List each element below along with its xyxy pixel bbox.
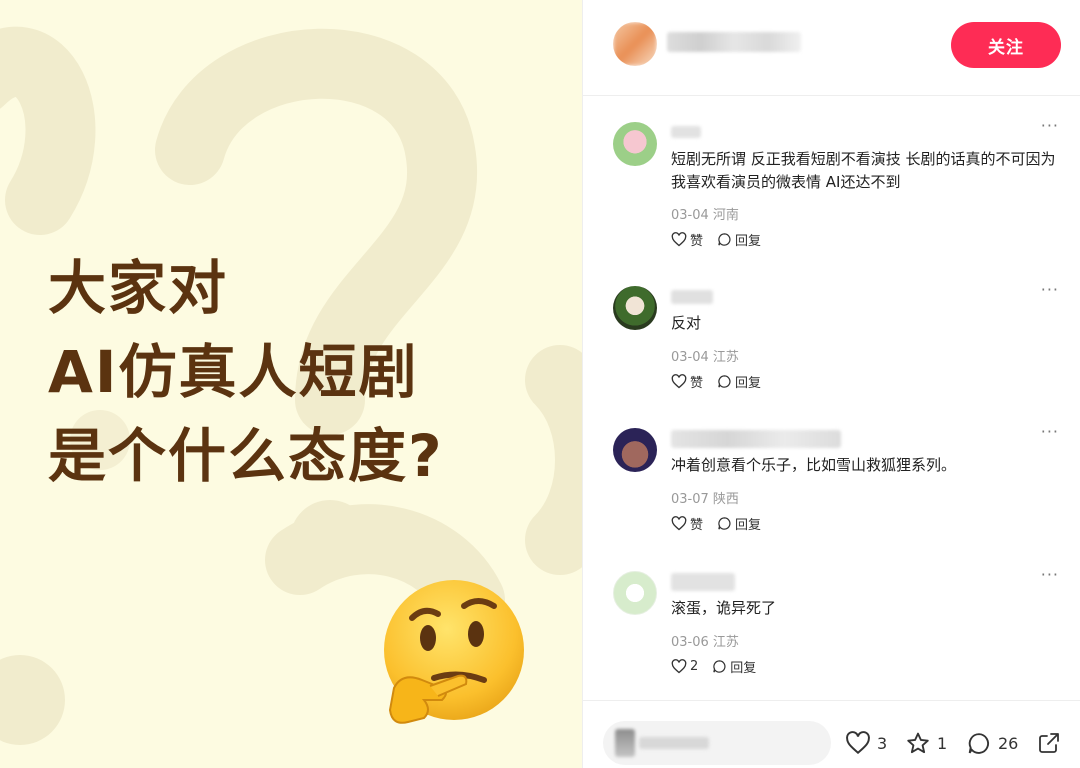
comment-input[interactable] xyxy=(603,721,831,765)
author-name[interactable] xyxy=(667,32,801,52)
post-favorite-button[interactable]: 1 xyxy=(905,731,947,756)
comment-date: 03-06 xyxy=(671,635,709,650)
post-comment-button[interactable]: 26 xyxy=(966,731,1018,756)
comment-actions: 赞 回复 xyxy=(671,372,775,391)
comment-text: 反对 xyxy=(671,314,702,332)
comment-meta: 03-07 陕西 xyxy=(671,488,739,507)
reply-bubble-icon xyxy=(718,233,731,246)
like-button[interactable]: 2 xyxy=(671,659,698,674)
comment-text: 滚蛋，诡异死了 xyxy=(671,599,777,617)
comments-panel: 关注 ··· 短剧无所谓 反正我看短剧不看演技 长剧的话真的不可因为我喜欢看演员… xyxy=(582,0,1080,768)
post-image-headline: 大家对 AI仿真人短剧 是个什么态度? xyxy=(48,246,444,498)
commenter-name[interactable] xyxy=(671,573,735,591)
reply-button[interactable]: 回复 xyxy=(717,514,761,533)
follow-button[interactable]: 关注 xyxy=(951,22,1061,68)
commenter-avatar[interactable] xyxy=(613,428,657,472)
commenter-avatar[interactable] xyxy=(613,571,657,615)
heart-icon xyxy=(671,232,687,247)
headline-line-1: 大家对 xyxy=(48,254,229,322)
post-like-count: 3 xyxy=(877,733,888,753)
commenter-avatar[interactable] xyxy=(613,122,657,166)
post-detail: 大家对 AI仿真人短剧 是个什么态度? 关注 ··· 短剧无所谓 反正我看短剧不… xyxy=(0,0,1080,768)
comment-location: 江苏 xyxy=(712,635,739,650)
heart-icon xyxy=(846,731,870,755)
star-icon xyxy=(907,732,929,754)
post-image[interactable]: 大家对 AI仿真人短剧 是个什么态度? xyxy=(0,0,582,768)
bottom-action-bar: 3 1 26 xyxy=(583,700,1080,768)
reply-label: 回复 xyxy=(735,234,762,249)
reply-label: 回复 xyxy=(735,376,762,391)
comment-meta: 03-06 江苏 xyxy=(671,631,739,650)
more-options-button[interactable]: ··· xyxy=(1041,280,1059,299)
comment-location: 河南 xyxy=(712,208,739,223)
more-options-button[interactable]: ··· xyxy=(1041,422,1059,441)
reply-bubble-icon xyxy=(713,660,726,673)
comment-bubble-icon xyxy=(968,733,989,754)
heart-icon xyxy=(671,659,687,674)
like-label: 赞 xyxy=(690,234,704,249)
comment-meta: 03-04 河南 xyxy=(671,204,739,223)
post-favorite-count: 1 xyxy=(937,734,948,753)
author-avatar[interactable] xyxy=(613,22,657,66)
reply-button[interactable]: 回复 xyxy=(717,230,761,249)
share-icon xyxy=(1039,733,1059,753)
comment-actions: 赞 回复 xyxy=(671,230,775,249)
input-user-avatar xyxy=(615,729,635,757)
reply-button[interactable]: 回复 xyxy=(717,372,761,391)
like-button[interactable]: 赞 xyxy=(671,372,703,391)
reply-label: 回复 xyxy=(735,518,762,533)
like-count: 2 xyxy=(690,659,699,674)
comment-date: 03-04 xyxy=(671,208,709,223)
comment-location: 江苏 xyxy=(712,350,739,365)
comment-actions: 2 回复 xyxy=(671,657,770,676)
share-button[interactable] xyxy=(1037,731,1061,755)
comment-date: 03-04 xyxy=(671,350,709,365)
like-button[interactable]: 赞 xyxy=(671,514,703,533)
comment-date: 03-07 xyxy=(671,492,709,507)
more-options-button[interactable]: ··· xyxy=(1041,565,1059,584)
reply-bubble-icon xyxy=(718,375,731,388)
comment-text: 冲着创意看个乐子，比如雪山救狐狸系列。 xyxy=(671,456,957,474)
reply-bubble-icon xyxy=(718,517,731,530)
commenter-avatar[interactable] xyxy=(613,286,657,330)
comment-location: 陕西 xyxy=(712,492,739,507)
reply-label: 回复 xyxy=(730,661,757,676)
more-options-button[interactable]: ··· xyxy=(1041,116,1059,135)
commenter-name[interactable] xyxy=(671,126,701,138)
heart-icon xyxy=(671,516,687,531)
like-button[interactable]: 赞 xyxy=(671,230,703,249)
commenter-name[interactable] xyxy=(671,290,713,304)
comment-text: 短剧无所谓 反正我看短剧不看演技 长剧的话真的不可因为我喜欢看演员的微表情 AI… xyxy=(671,150,1056,191)
reply-button[interactable]: 回复 xyxy=(712,657,756,676)
thinking-face-icon xyxy=(384,580,524,724)
like-label: 赞 xyxy=(690,376,704,391)
headline-line-3: 是个什么态度? xyxy=(48,422,444,490)
like-label: 赞 xyxy=(690,518,704,533)
headline-line-2: AI仿真人短剧 xyxy=(48,338,419,406)
commenter-name[interactable] xyxy=(671,430,841,448)
post-like-button[interactable]: 3 xyxy=(845,731,887,755)
post-comment-count: 26 xyxy=(998,734,1019,753)
comment-actions: 赞 回复 xyxy=(671,514,775,533)
comment-meta: 03-04 江苏 xyxy=(671,346,739,365)
heart-icon xyxy=(671,374,687,389)
input-placeholder-blurred xyxy=(639,737,709,749)
author-bar: 关注 xyxy=(583,0,1080,96)
